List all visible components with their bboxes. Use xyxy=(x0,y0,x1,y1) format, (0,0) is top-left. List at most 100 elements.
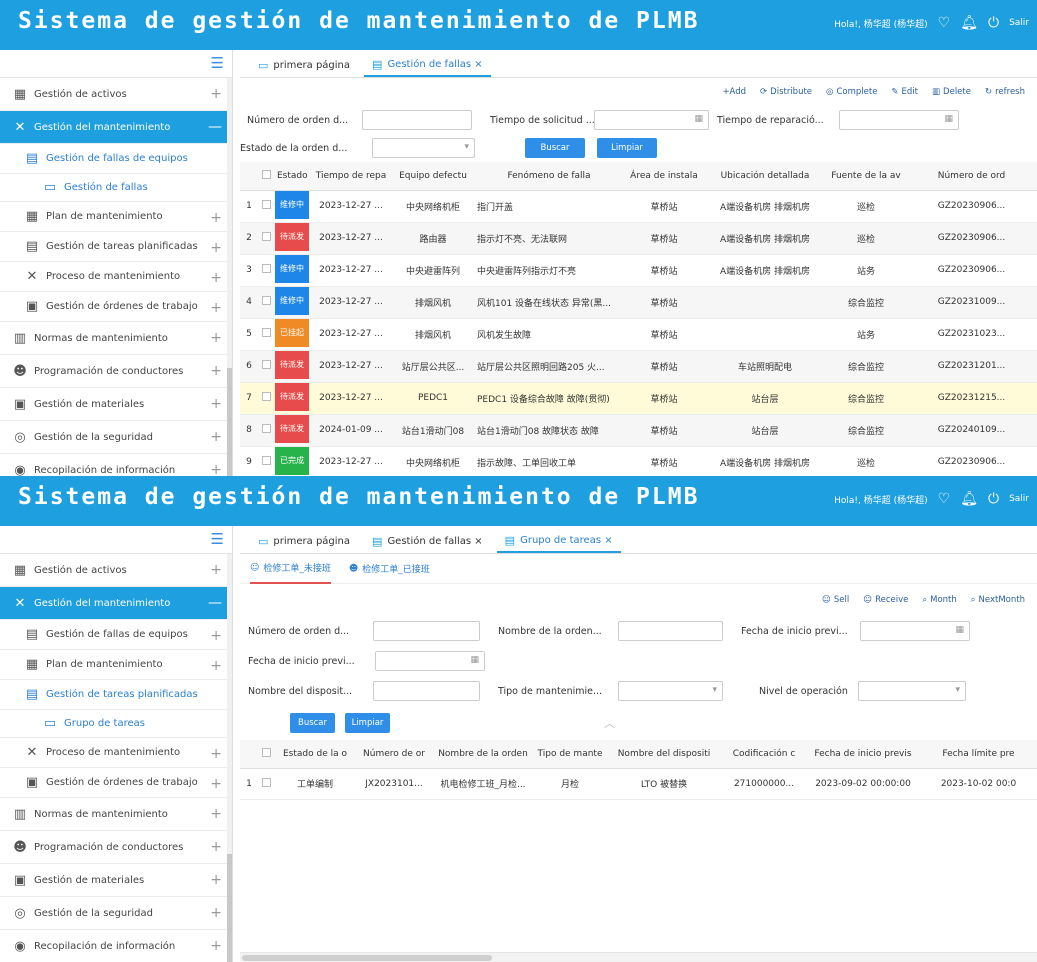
sidebar-item-equipment-faults[interactable]: ▤ Gestión de fallas de equipos xyxy=(0,144,232,174)
delete-button[interactable]: ▥ Delete xyxy=(932,87,971,97)
row-checkbox[interactable] xyxy=(258,768,274,800)
row-checkbox[interactable] xyxy=(258,382,274,415)
sidebar-item-planned-tasks[interactable]: ▤ Gestión de tareas planificadas + xyxy=(0,232,232,262)
order-name-input[interactable] xyxy=(618,621,723,641)
tab-home[interactable]: ▭ primera página xyxy=(250,53,358,77)
order-number-input[interactable] xyxy=(362,110,472,130)
row-checkbox[interactable] xyxy=(258,318,274,351)
search-button[interactable]: Buscar xyxy=(290,713,335,733)
tab-task-groups[interactable]: ▤ Grupo de tareas × xyxy=(496,529,621,553)
tab-fault-management[interactable]: ▤ Gestión de fallas × xyxy=(364,529,491,553)
col-equipment[interactable]: Equipo defectu xyxy=(392,162,474,191)
col-phenomenon[interactable]: Fenómeno de falla xyxy=(474,162,624,191)
table-row[interactable]: 8 待派发 2024-01-09 ... 站台1滑动门08 站台1滑动门08 故障状态 … xyxy=(240,414,1037,447)
row-checkbox[interactable] xyxy=(258,286,274,319)
table-row[interactable]: 3 维修中 2023-12-27 ... 中央避雷阵列 中央避雷阵列指示灯不亮 草桥站 A端… xyxy=(240,254,1037,287)
col-status[interactable]: Estado xyxy=(274,162,310,191)
month-button[interactable]: ⌕ Month xyxy=(922,595,956,605)
shield-icon[interactable]: ♡ xyxy=(938,16,951,30)
user-greeting[interactable]: Hola!, 杨华超 (杨华超) xyxy=(834,493,928,506)
shield-icon[interactable]: ♡ xyxy=(938,492,951,506)
col-order-number[interactable]: Número de or xyxy=(356,740,432,769)
sidebar-item-work-orders[interactable]: ▣ Gestión de órdenes de trabajo + xyxy=(0,292,232,322)
subtab-not-received[interactable]: ☺ 检修工单_未接班 xyxy=(250,554,331,584)
sidebar-item-maint-plan[interactable]: ▦ Plan de mantenimiento + xyxy=(0,650,232,680)
sidebar-item-assets[interactable]: ▦ Gestión de activos + xyxy=(0,554,232,587)
row-checkbox[interactable] xyxy=(258,350,274,383)
row-checkbox[interactable] xyxy=(258,414,274,447)
sidebar-item-fault-management[interactable]: ▭ Gestión de fallas xyxy=(0,174,232,202)
start-date-input-2[interactable]: ▦ xyxy=(375,651,485,671)
sidebar-item-information[interactable]: ◉ Recopilación de información + xyxy=(0,454,232,476)
row-checkbox[interactable] xyxy=(258,446,274,476)
receive-button[interactable]: ☺ Receive xyxy=(863,595,908,605)
col-location[interactable]: Ubicación detallada xyxy=(704,162,826,191)
logout-link[interactable]: Salir xyxy=(1009,18,1029,28)
sidebar-item-work-orders[interactable]: ▣ Gestión de órdenes de trabajo + xyxy=(0,768,232,798)
sidebar-item-maint-plan[interactable]: ▦ Plan de mantenimiento + xyxy=(0,202,232,232)
sidebar-item-standards[interactable]: ▥ Normas de mantenimiento + xyxy=(0,798,232,831)
maint-type-select[interactable]: ▾ xyxy=(618,681,723,701)
table-row[interactable]: 4 维修中 2023-12-27 ... 排烟风机 风机101 设备在线状态 异常(黑.… xyxy=(240,286,1037,319)
col-repair-time[interactable]: Tiempo de repa xyxy=(310,162,392,191)
table-row[interactable]: 1 维修中 2023-12-27 ... 中央网络机柜 指门开盖 草桥站 A端设备机房 排烟… xyxy=(240,190,1037,223)
table-row[interactable]: 2 待派发 2023-12-27 ... 路由器 指示灯不亮、无法联网 草桥站 A端设备机房… xyxy=(240,222,1037,255)
sidebar-scrollbar[interactable] xyxy=(227,78,232,476)
sidebar-item-maint-process[interactable]: ✕ Proceso de mantenimiento + xyxy=(0,262,232,292)
request-time-input[interactable]: ▦ xyxy=(594,110,709,130)
repair-time-input[interactable]: ▦ xyxy=(839,110,959,130)
subtab-received[interactable]: ☻ 检修工单_已接班 xyxy=(349,554,430,584)
table-row[interactable]: 9 已完成 2023-12-27 ... 中央网络机柜 指示故障、工单回收工单 草桥站 A端… xyxy=(240,446,1037,476)
sidebar-item-maint-process[interactable]: ✕ Proceso de mantenimiento + xyxy=(0,738,232,768)
sidebar-item-planned-tasks[interactable]: ▤ Gestión de tareas planificadas xyxy=(0,680,232,710)
edit-button[interactable]: ✎ Edit xyxy=(891,87,918,97)
op-level-select[interactable]: ▾ xyxy=(858,681,966,701)
sidebar-item-standards[interactable]: ▥ Normas de mantenimiento + xyxy=(0,322,232,355)
next-month-button[interactable]: ⌕ NextMonth xyxy=(971,595,1025,605)
sell-button[interactable]: ☺ Sell xyxy=(822,595,849,605)
col-code[interactable]: Codificación c xyxy=(722,740,806,769)
col-maint-type[interactable]: Tipo de mante xyxy=(534,740,606,769)
col-order-number[interactable]: Número de ord xyxy=(906,162,1037,191)
table-row[interactable]: 7 待派发 2023-12-27 ... PEDC1 PEDC1 设备综合故障 故障(贯… xyxy=(240,382,1037,415)
tab-fault-management[interactable]: ▤ Gestión de fallas × xyxy=(364,53,491,77)
complete-button[interactable]: ◎ Complete xyxy=(826,87,877,97)
sidebar-item-materials[interactable]: ▣ Gestión de materiales + xyxy=(0,864,232,897)
col-device-name[interactable]: Nombre del dispositi xyxy=(606,740,722,769)
table-row[interactable]: 5 已挂起 2023-12-27 ... 排烟风机 风机发生故障 草桥站 站务 GZ20231… xyxy=(240,318,1037,351)
bell-icon[interactable]: 🔔︎ xyxy=(960,492,978,506)
order-number-input[interactable] xyxy=(373,621,480,641)
row-checkbox[interactable] xyxy=(258,222,274,255)
tab-home[interactable]: ▭ primera página xyxy=(250,529,358,553)
col-area[interactable]: Área de instala xyxy=(624,162,704,191)
table-row[interactable]: 1 工单编制 JX2023101... 机电检修工班_月检... 月检 LTO 被替换 27… xyxy=(240,768,1037,800)
distribute-button[interactable]: ⟳ Distribute xyxy=(760,87,812,97)
sidebar-item-materials[interactable]: ▣ Gestión de materiales + xyxy=(0,388,232,421)
power-icon[interactable]: ⏻ xyxy=(988,492,999,506)
power-icon[interactable]: ⏻ xyxy=(988,16,999,30)
table-row[interactable]: 6 待派发 2023-12-27 ... 站厅层公共区... 站厅层公共区照明回路205… xyxy=(240,350,1037,383)
col-deadline[interactable]: Fecha límite pre xyxy=(920,740,1037,769)
user-greeting[interactable]: Hola!, 杨华超 (杨华超) xyxy=(834,17,928,30)
sidebar-item-maintenance[interactable]: ✕ Gestión del mantenimiento — xyxy=(0,587,232,620)
row-checkbox[interactable] xyxy=(258,254,274,287)
sidebar-item-equipment-faults[interactable]: ▤ Gestión de fallas de equipos + xyxy=(0,620,232,650)
col-source[interactable]: Fuente de la av xyxy=(826,162,906,191)
order-state-select[interactable]: ▾ xyxy=(372,138,475,158)
sidebar-item-assets[interactable]: ▦ Gestión de activos + xyxy=(0,78,232,111)
col-order-name[interactable]: Nombre de la orden xyxy=(432,740,534,769)
sidebar-item-task-groups[interactable]: ▭ Grupo de tareas xyxy=(0,710,232,738)
sidebar-item-maintenance[interactable]: ✕ Gestión del mantenimiento — xyxy=(0,111,232,144)
select-all-checkbox[interactable] xyxy=(258,740,274,769)
col-start-date[interactable]: Fecha de inicio previs xyxy=(806,740,920,769)
add-button[interactable]: +Add xyxy=(722,87,746,97)
select-all-checkbox[interactable] xyxy=(258,162,274,191)
sidebar-item-drivers[interactable]: ☻ Programación de conductores + xyxy=(0,355,232,388)
bell-icon[interactable]: 🔔︎ xyxy=(960,16,978,30)
sidebar-item-security[interactable]: ◎ Gestión de la seguridad + xyxy=(0,421,232,454)
refresh-button[interactable]: ↻ refresh xyxy=(985,87,1025,97)
col-order-state[interactable]: Estado de la o xyxy=(274,740,356,769)
start-date-input[interactable]: ▦ xyxy=(860,621,970,641)
sidebar-item-drivers[interactable]: ☻ Programación de conductores + xyxy=(0,831,232,864)
sidebar-item-security[interactable]: ◎ Gestión de la seguridad + xyxy=(0,897,232,930)
